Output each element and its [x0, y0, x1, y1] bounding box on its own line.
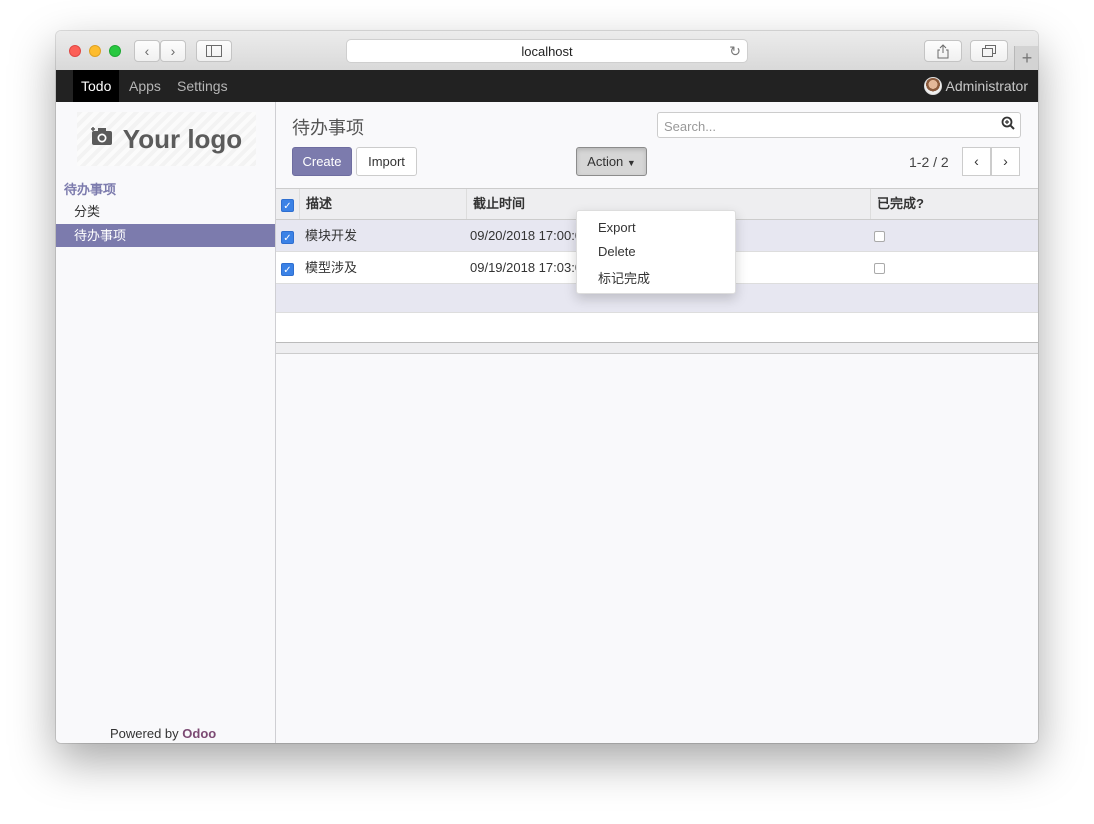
- row-deadline: 09/19/2018 17:03:04: [470, 260, 590, 275]
- browser-titlebar: ‹ › localhost ↻ +: [56, 31, 1038, 71]
- close-window-button[interactable]: [69, 45, 81, 57]
- column-header-done[interactable]: 已完成?: [870, 189, 1038, 219]
- address-text: localhost: [521, 43, 573, 59]
- import-button[interactable]: Import: [356, 147, 417, 176]
- tabs-icon: [982, 45, 996, 57]
- forward-button[interactable]: ›: [160, 40, 186, 62]
- chevron-left-icon: ‹: [144, 43, 150, 59]
- pager-value[interactable]: 1-2 / 2: [909, 154, 949, 170]
- row-description: 模块开发: [305, 228, 358, 243]
- search-box: [657, 112, 1021, 139]
- search-icon[interactable]: [1001, 116, 1015, 133]
- user-name: Administrator: [945, 78, 1028, 94]
- row-description: 模型涉及: [305, 260, 358, 275]
- nav-app-apps[interactable]: Apps: [129, 70, 161, 102]
- row-checkbox[interactable]: ✓: [281, 231, 294, 244]
- select-all-checkbox[interactable]: ✓: [281, 199, 294, 212]
- done-checkbox: [874, 263, 885, 274]
- row-deadline: 09/20/2018 17:00:00: [470, 228, 590, 243]
- table-footer: [276, 343, 1038, 354]
- chevron-left-icon: ‹: [974, 153, 979, 169]
- nav-app-todo[interactable]: Todo: [73, 70, 120, 102]
- browser-window: ‹ › localhost ↻ + Todo Apps Settings Adm…: [56, 31, 1038, 743]
- row-checkbox[interactable]: ✓: [281, 263, 294, 276]
- tabs-button[interactable]: [970, 40, 1008, 62]
- search-input[interactable]: [658, 113, 996, 139]
- done-checkbox: [874, 231, 885, 242]
- empty-row: [276, 313, 1038, 343]
- sidebar-item-todo[interactable]: 待办事项: [56, 224, 275, 247]
- main-content: 待办事项 Create Import Action ▼ 1-2 / 2 ‹ › …: [276, 102, 1038, 743]
- action-button[interactable]: Action ▼: [576, 147, 647, 176]
- powered-prefix: Powered by: [110, 726, 179, 741]
- menu-item-mark-done[interactable]: 标记完成: [598, 268, 650, 287]
- new-tab-button[interactable]: +: [1014, 46, 1038, 70]
- back-button[interactable]: ‹: [134, 40, 160, 62]
- odoo-link[interactable]: Odoo: [182, 726, 216, 741]
- column-header-description[interactable]: 描述: [299, 189, 466, 219]
- chevron-right-icon: ›: [1003, 153, 1008, 169]
- pager-previous-button[interactable]: ‹: [962, 147, 991, 176]
- page-title: 待办事项: [292, 118, 364, 138]
- sidebar-item-category[interactable]: 分类: [56, 200, 275, 223]
- share-button[interactable]: [924, 40, 962, 62]
- top-navbar: Todo Apps Settings Administrator: [56, 70, 1038, 102]
- company-logo[interactable]: Your logo: [77, 112, 256, 166]
- menu-section-title[interactable]: 待办事项: [64, 179, 116, 198]
- nav-app-settings[interactable]: Settings: [177, 70, 228, 102]
- menu-item-export[interactable]: Export: [598, 220, 636, 235]
- plus-icon: +: [1021, 48, 1033, 68]
- reload-icon[interactable]: ↻: [729, 43, 741, 60]
- address-bar[interactable]: localhost ↻: [346, 39, 748, 63]
- user-menu[interactable]: Administrator: [923, 70, 1028, 102]
- minimize-window-button[interactable]: [89, 45, 101, 57]
- camera-icon: [90, 126, 113, 152]
- pager-next-button[interactable]: ›: [991, 147, 1020, 176]
- action-dropdown-menu: Export Delete 标记完成: [576, 210, 736, 294]
- sidebar: Your logo 待办事项 分类 待办事项 Powered by Odoo: [56, 102, 276, 743]
- powered-by: Powered by Odoo: [110, 726, 216, 741]
- sidebar-toggle-button[interactable]: [196, 40, 232, 62]
- caret-down-icon: ▼: [626, 158, 636, 168]
- menu-item-delete[interactable]: Delete: [598, 244, 636, 259]
- sidebar-icon: [206, 45, 222, 57]
- logo-text: Your logo: [122, 123, 243, 154]
- chevron-right-icon: ›: [170, 43, 176, 59]
- create-button[interactable]: Create: [292, 147, 352, 176]
- zoom-window-button[interactable]: [109, 45, 121, 57]
- avatar: [923, 77, 942, 95]
- action-label: Action: [587, 154, 624, 169]
- share-icon: [937, 43, 949, 58]
